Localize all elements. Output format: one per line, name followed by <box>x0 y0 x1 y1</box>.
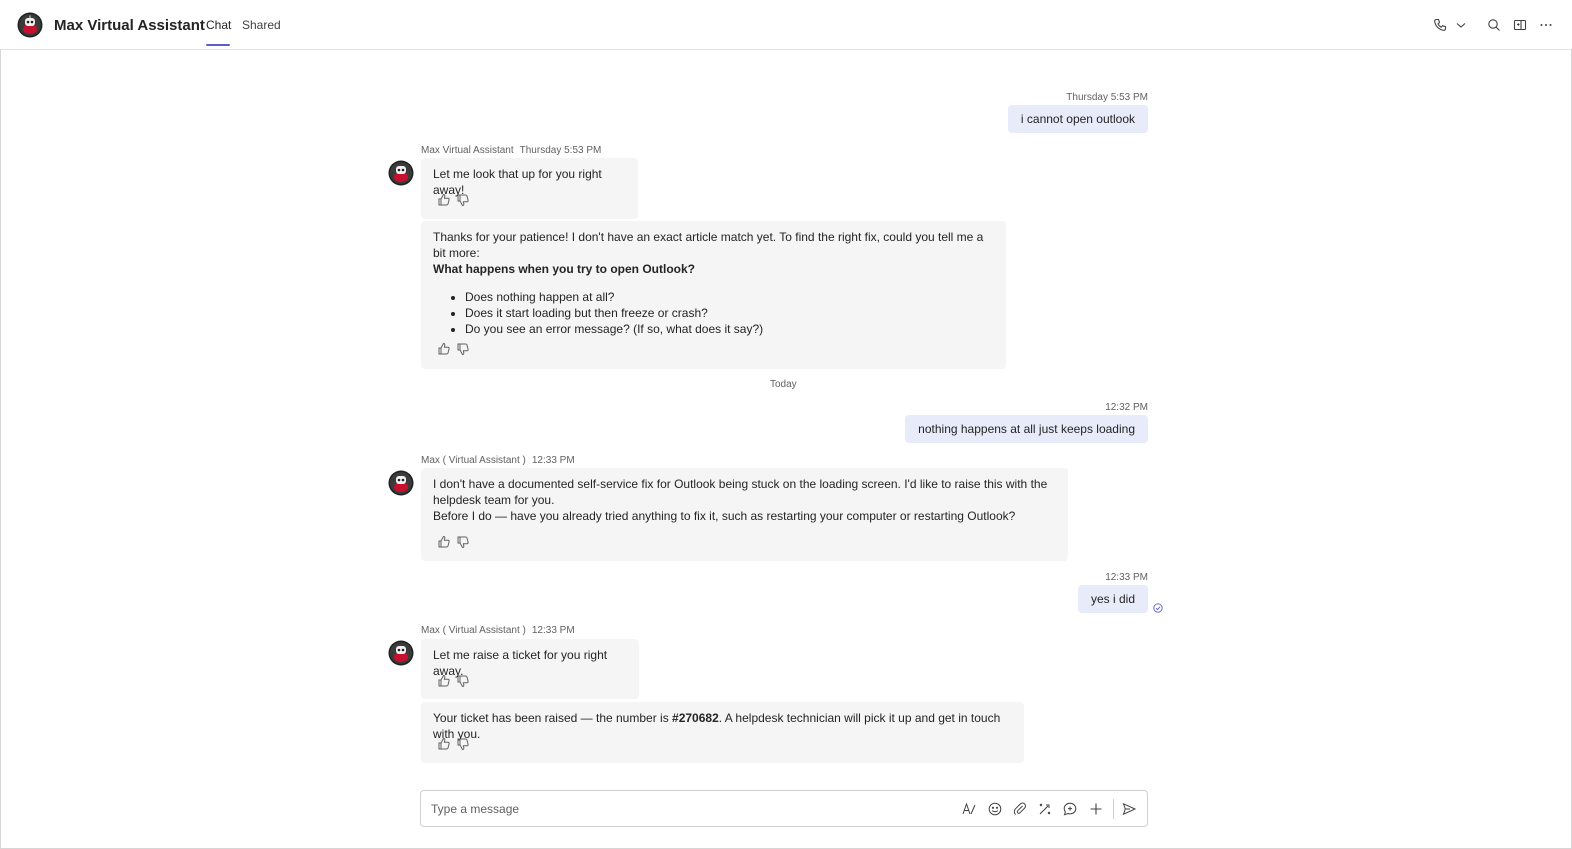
chat-title: Max Virtual Assistant <box>54 17 205 34</box>
thumbs-up-icon[interactable] <box>436 673 452 689</box>
message-meta: Max ( Virtual Assistant ) 12:33 PM <box>421 455 575 466</box>
attach-icon[interactable] <box>1012 801 1028 817</box>
loop-icon[interactable] <box>1037 801 1053 817</box>
message-text-prefix: Your ticket has been raised — the number… <box>433 711 673 725</box>
thumbs-down-icon[interactable] <box>455 736 471 752</box>
message-extension-icon[interactable] <box>1062 801 1078 817</box>
thumbs-down-icon[interactable] <box>455 673 471 689</box>
reaction-bar <box>436 341 471 357</box>
bot-message[interactable]: Let me raise a ticket for you right away… <box>421 639 639 699</box>
bot-message[interactable]: Let me look that up for you right away! <box>421 158 638 219</box>
list-item: Does it start loading but then freeze or… <box>465 305 994 321</box>
ticket-number: #270682 <box>672 711 719 725</box>
plus-icon[interactable] <box>1088 801 1104 817</box>
phone-icon[interactable] <box>1432 17 1448 33</box>
options-list: Does nothing happen at all? Does it star… <box>465 289 994 337</box>
popout-icon[interactable] <box>1512 17 1528 33</box>
user-message[interactable]: nothing happens at all just keeps loadin… <box>905 415 1148 443</box>
thumbs-down-icon[interactable] <box>455 192 471 208</box>
bot-avatar[interactable] <box>388 160 414 186</box>
bot-message[interactable]: Thanks for your patience! I don't have a… <box>421 221 1006 369</box>
date-separator: Today <box>770 379 797 390</box>
message-meta: Max Virtual Assistant Thursday 5:53 PM <box>421 145 601 156</box>
user-message[interactable]: yes i did <box>1077 585 1148 613</box>
thumbs-down-icon[interactable] <box>455 534 471 550</box>
bot-avatar[interactable] <box>388 640 414 666</box>
thumbs-up-icon[interactable] <box>436 736 452 752</box>
message-timestamp: Thursday 5:53 PM <box>519 145 602 156</box>
thumbs-down-icon[interactable] <box>455 341 471 357</box>
reaction-bar <box>436 673 471 689</box>
format-icon[interactable] <box>961 801 977 817</box>
sender-name: Max ( Virtual Assistant ) <box>421 625 526 636</box>
emoji-icon[interactable] <box>987 801 1003 817</box>
sender-name: Max Virtual Assistant <box>421 145 514 156</box>
message-text: I don't have a documented self-service f… <box>433 477 1048 507</box>
thumbs-up-icon[interactable] <box>436 192 452 208</box>
bot-avatar[interactable] <box>17 12 43 38</box>
reaction-bar <box>436 534 471 550</box>
sender-name: Max ( Virtual Assistant ) <box>421 455 526 466</box>
message-timestamp: 12:33 PM <box>531 455 575 466</box>
user-message[interactable]: i cannot open outlook <box>1007 105 1148 133</box>
compose-box <box>420 790 1148 827</box>
chevron-down-icon[interactable] <box>1453 17 1466 33</box>
compose-divider <box>1113 799 1114 819</box>
list-item: Do you see an error message? (If so, wha… <box>465 321 994 337</box>
message-timestamp: 12:33 PM <box>1105 572 1148 583</box>
message-text: Before I do — have you already tried any… <box>433 509 1016 523</box>
tab-chat[interactable]: Chat <box>206 18 231 32</box>
message-text: Thanks for your patience! I don't have a… <box>433 230 984 260</box>
search-icon[interactable] <box>1486 17 1502 33</box>
bot-avatar[interactable] <box>388 470 414 496</box>
active-tab-indicator <box>206 44 230 46</box>
thumbs-up-icon[interactable] <box>436 341 452 357</box>
bot-message[interactable]: Your ticket has been raised — the number… <box>421 702 1024 763</box>
reaction-bar <box>436 192 471 208</box>
message-timestamp: 12:33 PM <box>531 625 575 636</box>
chat-header: Max Virtual Assistant Chat Shared <box>0 0 1572 50</box>
bot-message[interactable]: I don't have a documented self-service f… <box>421 468 1068 561</box>
send-icon[interactable] <box>1121 801 1137 817</box>
tab-shared[interactable]: Shared <box>242 18 281 32</box>
more-icon[interactable] <box>1538 17 1554 33</box>
message-timestamp: Thursday 5:53 PM <box>1066 92 1148 103</box>
message-timestamp: 12:32 PM <box>1105 402 1148 413</box>
message-meta: Max ( Virtual Assistant ) 12:33 PM <box>421 625 575 636</box>
reaction-bar <box>436 736 471 752</box>
message-input[interactable] <box>431 800 931 818</box>
read-receipt-icon <box>1153 603 1163 613</box>
message-text: Your ticket has been raised — the number… <box>433 710 1012 742</box>
message-question: What happens when you try to open Outloo… <box>433 262 695 276</box>
list-item: Does nothing happen at all? <box>465 289 994 305</box>
thumbs-up-icon[interactable] <box>436 534 452 550</box>
